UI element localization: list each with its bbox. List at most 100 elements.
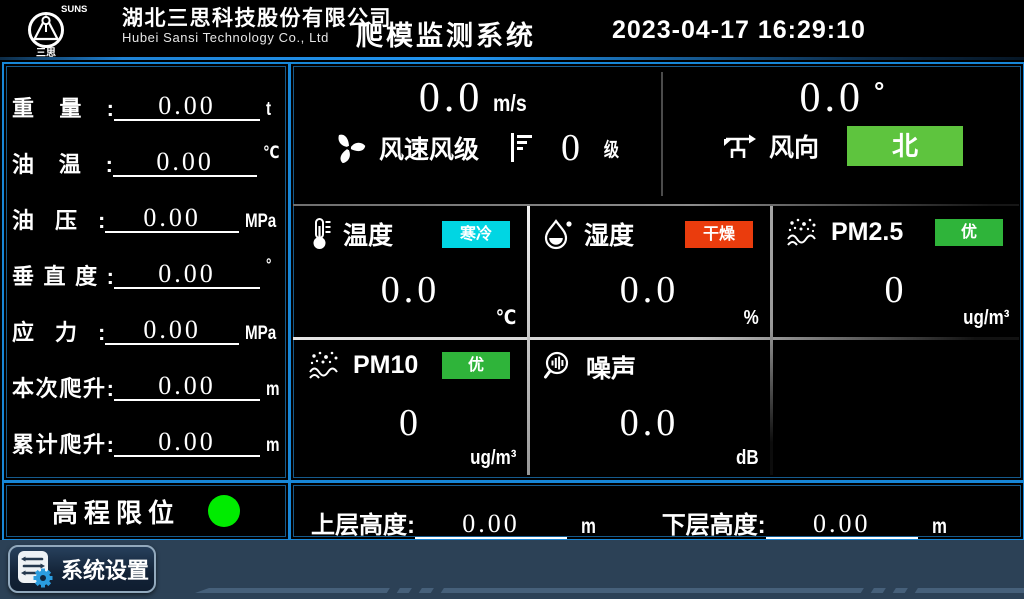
company-logo-icon: SUNS 三思 <box>24 2 120 58</box>
wind-direction-block: 0.0 ° 风向 北 <box>661 64 1023 204</box>
metric-value: 0.00 <box>114 92 260 121</box>
sensor-cell-temperature: 温度 寒冷 0.0 ℃ <box>293 204 528 337</box>
sensor-label: 湿度 <box>584 216 634 252</box>
sensor-label: PM10 <box>353 351 418 380</box>
monitor-screen: SUNS 三思 湖北三思科技股份有限公司 Hubei Sansi Technol… <box>0 0 1024 599</box>
logo-suns-text: SUNS <box>61 4 87 15</box>
lower-height-label: 下层高度: <box>662 513 766 539</box>
wind-level-unit: 级 <box>604 135 619 162</box>
elevation-limit-label: 高程限位 <box>52 493 180 530</box>
metric-row-oil-pressure: 油压: 0.00 MPa <box>4 183 288 239</box>
wind-direction-value: 0.0 <box>800 76 865 120</box>
metrics-panel: 重量: 0.00 t 油温: 0.00 ℃ 油压: 0.00 MPa 垂直度: … <box>2 62 290 482</box>
sensor-unit: ug/m³ <box>963 307 1009 330</box>
lower-height-group: 下层高度: 0.00 m <box>662 510 951 539</box>
system-settings-button[interactable]: 系统设置 <box>8 545 156 593</box>
datetime-display: 2023-04-17 16:29:10 <box>612 16 866 45</box>
sensor-value: 0 <box>293 401 528 445</box>
sensor-status-badge: 寒冷 <box>442 221 510 248</box>
metric-label: 应力: <box>12 321 105 345</box>
sensor-unit: % <box>744 307 759 330</box>
metric-unit: m <box>266 435 280 457</box>
lower-height-value: 0.00 <box>766 510 918 539</box>
metric-value: 0.00 <box>114 372 260 401</box>
wind-direction-unit: ° <box>874 76 884 107</box>
wind-speed-block: 0.0 m/s 风速风级 <box>291 64 661 204</box>
metric-unit: MPa <box>245 323 276 345</box>
sensor-unit: dB <box>736 447 759 470</box>
metric-label: 油压: <box>12 209 105 233</box>
metric-value: 0.00 <box>113 148 257 177</box>
dust-icon <box>785 216 821 248</box>
sensor-cell-noise: 噪声 0.0 dB <box>528 337 771 477</box>
company-name-cn: 湖北三思科技股份有限公司 <box>122 7 392 31</box>
droplet-icon <box>542 218 574 250</box>
wind-speed-unit: m/s <box>493 90 527 117</box>
metric-unit: ℃ <box>263 143 279 163</box>
settings-sliders-gear-icon <box>15 549 53 589</box>
metric-value: 0.00 <box>114 428 260 457</box>
sensor-value: 0.0 <box>293 268 528 312</box>
page-title: 爬模监测系统 <box>356 14 536 53</box>
metric-value: 0.00 <box>105 204 239 233</box>
sensor-status-badge: 干燥 <box>685 221 753 248</box>
sensor-cell-empty <box>771 337 1021 477</box>
upper-height-label: 上层高度: <box>311 513 415 539</box>
company-name-en: Hubei Sansi Technology Co., Ltd <box>122 31 392 46</box>
system-settings-label: 系统设置 <box>61 553 149 585</box>
sensor-cell-humidity: 湿度 干燥 0.0 % <box>528 204 771 337</box>
wind-level-value: 0 <box>561 126 580 170</box>
thermometer-icon <box>307 217 333 251</box>
sensor-unit: ℃ <box>495 305 516 330</box>
wind-direction-badge: 北 <box>847 126 963 166</box>
metric-label: 本次爬升: <box>12 377 114 401</box>
metric-row-total-climb: 累计爬升: 0.00 m <box>4 407 288 463</box>
taskbar: 系统设置 <box>0 540 1024 599</box>
lower-height-unit: m <box>932 515 947 539</box>
sensor-cell-pm10: PM10 优 0 ug/m³ <box>293 337 528 477</box>
header: SUNS 三思 湖北三思科技股份有限公司 Hubei Sansi Technol… <box>0 0 1024 57</box>
wind-speed-value: 0.0 <box>419 76 484 120</box>
upper-height-unit: m <box>581 515 596 539</box>
wind-section: 0.0 m/s 风速风级 <box>291 64 1023 204</box>
metric-label: 垂直度: <box>12 265 114 289</box>
metric-row-weight: 重量: 0.00 t <box>4 71 288 127</box>
wind-speed-label: 风速风级 <box>379 130 479 166</box>
metric-row-current-climb: 本次爬升: 0.00 m <box>4 351 288 407</box>
metric-label: 重量: <box>12 97 114 121</box>
heights-panel: 上层高度: 0.00 m 下层高度: 0.00 m <box>289 481 1024 541</box>
metric-value: 0.00 <box>105 316 239 345</box>
sensor-label: 温度 <box>343 216 393 252</box>
metric-unit: ° <box>266 255 271 275</box>
sensor-label: 噪声 <box>586 349 636 385</box>
fan-icon <box>331 130 367 166</box>
elevation-limit-panel: 高程限位 <box>2 481 290 541</box>
environment-panel: 0.0 m/s 风速风级 <box>289 62 1024 482</box>
sensor-status-badge: 优 <box>935 219 1003 246</box>
company-name: 湖北三思科技股份有限公司 Hubei Sansi Technology Co.,… <box>122 7 392 46</box>
metric-unit: t <box>266 99 271 121</box>
upper-height-group: 上层高度: 0.00 m <box>311 510 600 539</box>
wind-section-divider <box>661 72 663 196</box>
metric-row-stress: 应力: 0.00 MPa <box>4 295 288 351</box>
dust-icon <box>307 349 343 381</box>
wind-level-icon <box>507 130 535 166</box>
sensor-value: 0.0 <box>528 268 771 312</box>
metric-row-oil-temp: 油温: 0.00 ℃ <box>4 127 288 183</box>
wind-direction-label: 风向 <box>769 128 819 164</box>
sensor-unit: ug/m³ <box>470 447 516 470</box>
metric-value: 0.00 <box>114 260 260 289</box>
upper-height-value: 0.00 <box>415 510 567 539</box>
noise-icon <box>542 350 576 384</box>
header-divider <box>0 57 1024 60</box>
metric-unit: MPa <box>245 211 276 233</box>
sensor-cell-pm25: PM2.5 优 0 ug/m³ <box>771 204 1021 337</box>
metric-unit: m <box>266 379 280 401</box>
sensor-value: 0 <box>771 268 1021 312</box>
sensor-grid: 温度 寒冷 0.0 ℃ 湿度 干燥 0.0 % <box>293 204 1021 477</box>
sensor-status-badge: 优 <box>442 352 510 379</box>
sensor-label: PM2.5 <box>831 218 903 247</box>
wind-vane-icon <box>721 131 757 161</box>
sensor-value: 0.0 <box>528 401 771 445</box>
metric-label: 累计爬升: <box>12 433 114 457</box>
